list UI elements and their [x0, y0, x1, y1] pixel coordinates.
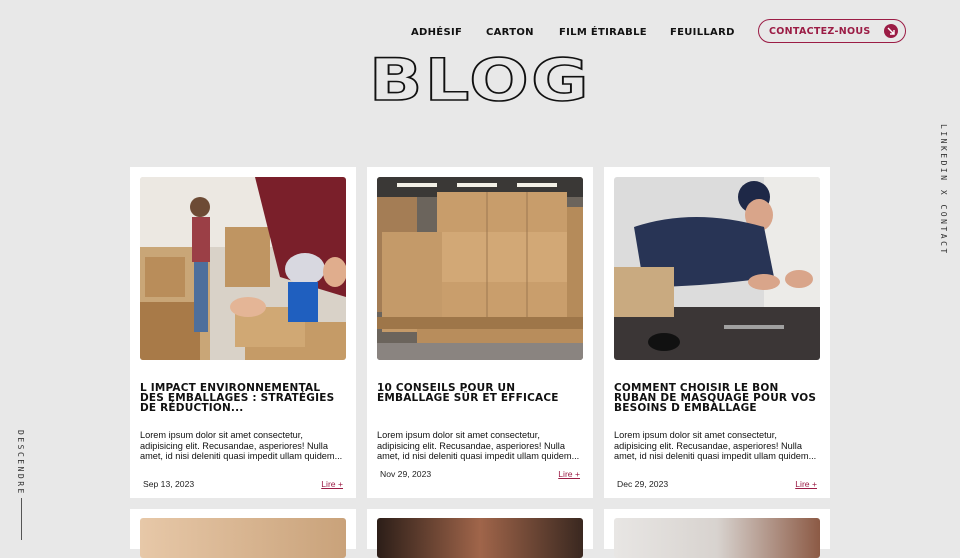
- blog-card-5[interactable]: [367, 509, 593, 558]
- side-social-links[interactable]: LINKEDIN X CONTACT: [934, 124, 948, 284]
- post-excerpt-3: Lorem ipsum dolor sit amet consectetur, …: [614, 430, 817, 461]
- post-image-5: [377, 518, 583, 558]
- scroll-down-label[interactable]: DESCENDRE: [11, 430, 25, 520]
- blog-card-1[interactable]: L IMPACT ENVIRONNEMENTAL DES EMBALLAGES …: [130, 167, 356, 498]
- scroll-line: [21, 498, 22, 540]
- blog-card-2[interactable]: 10 CONSEILS POUR UN EMBALLAGE SÛR ET EFF…: [367, 167, 593, 498]
- svg-text:BLOG: BLOG: [369, 50, 591, 106]
- read-more-link-3[interactable]: Lire +: [795, 479, 817, 489]
- post-image-4: [140, 518, 346, 558]
- post-title-3[interactable]: COMMENT CHOISIR LE BON RUBAN DE MASQUAGE…: [614, 383, 820, 414]
- post-excerpt-2: Lorem ipsum dolor sit amet consectetur, …: [377, 430, 580, 461]
- contact-button-label: CONTACTEZ-NOUS: [769, 25, 871, 37]
- nav-link-feuillard[interactable]: FEUILLARD: [670, 27, 735, 38]
- nav-link-carton[interactable]: CARTON: [486, 27, 534, 38]
- post-image-2: [377, 177, 583, 360]
- post-date-1: Sep 13, 2023: [143, 479, 195, 489]
- post-image-6: [614, 518, 820, 558]
- read-more-link-1[interactable]: Lire +: [321, 479, 343, 489]
- post-image-1: [140, 177, 346, 360]
- post-title-2[interactable]: 10 CONSEILS POUR UN EMBALLAGE SÛR ET EFF…: [377, 383, 583, 404]
- post-excerpt-1: Lorem ipsum dolor sit amet consectetur, …: [140, 430, 343, 461]
- nav-link-adhesif[interactable]: ADHÉSIF: [411, 27, 462, 38]
- post-title-1[interactable]: L IMPACT ENVIRONNEMENTAL DES EMBALLAGES …: [140, 383, 346, 414]
- read-more-link-2[interactable]: Lire +: [558, 469, 580, 479]
- post-date-2: Nov 29, 2023: [380, 469, 432, 479]
- page-title: BLOG: [368, 50, 591, 106]
- blog-card-3[interactable]: COMMENT CHOISIR LE BON RUBAN DE MASQUAGE…: [604, 167, 830, 498]
- contact-button[interactable]: CONTACTEZ-NOUS: [758, 19, 906, 43]
- post-image-3: [614, 177, 820, 360]
- arrow-icon: [884, 24, 898, 38]
- post-date-3: Dec 29, 2023: [617, 479, 669, 489]
- nav-link-film-etirable[interactable]: FILM ÉTIRABLE: [559, 27, 647, 38]
- blog-card-6[interactable]: [604, 509, 830, 558]
- blog-card-4[interactable]: [130, 509, 356, 558]
